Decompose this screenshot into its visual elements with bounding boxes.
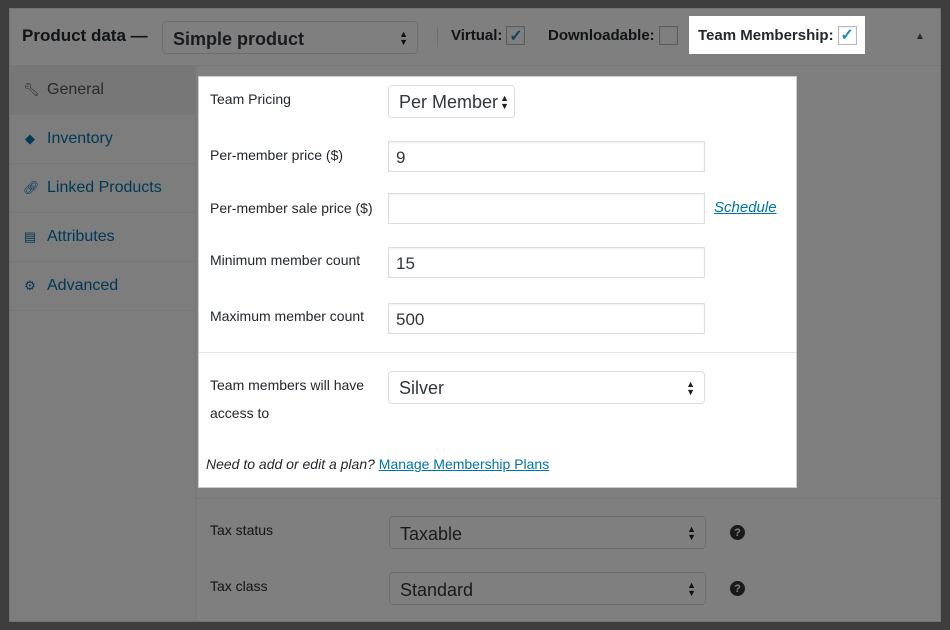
plan-note-text: Need to add or edit a plan? — [206, 456, 375, 472]
min-count-label: Minimum member count — [210, 252, 361, 268]
price-input[interactable]: 9 — [388, 141, 705, 172]
panel-divider — [199, 352, 796, 353]
sale-price-input[interactable] — [388, 193, 705, 224]
plan-note: Need to add or edit a plan? Manage Membe… — [206, 456, 549, 472]
price-label: Per-member price ($) — [210, 147, 344, 163]
min-count-input[interactable]: 15 — [388, 247, 705, 278]
team-membership-checkbox[interactable]: ✓ — [837, 25, 857, 45]
sale-price-label: Per-member sale price ($) — [210, 200, 373, 216]
team-pricing-value: Per Member — [399, 92, 499, 112]
access-plan-value: Silver — [399, 378, 445, 398]
access-label-line2: access to — [210, 405, 270, 421]
team-membership-option[interactable]: Team Membership: ✓ — [689, 16, 865, 54]
access-label-line1: Team members will have — [210, 377, 365, 393]
team-pricing-select[interactable]: Per Member ▲ ▼ — [388, 85, 515, 118]
access-plan-select[interactable]: Silver ▲ ▼ — [388, 371, 705, 404]
select-arrows-icon: ▲▼ — [500, 92, 509, 111]
schedule-link[interactable]: Schedule — [714, 199, 777, 216]
team-membership-label: Team Membership: — [698, 26, 834, 44]
max-count-label: Maximum member count — [210, 308, 365, 324]
checkmark-icon: ✓ — [840, 27, 854, 44]
manage-membership-plans-link[interactable]: Manage Membership Plans — [379, 456, 549, 472]
max-count-input[interactable]: 500 — [388, 303, 705, 334]
team-pricing-label: Team Pricing — [210, 91, 291, 107]
select-arrows-icon: ▲▼ — [686, 378, 695, 397]
team-membership-panel: Team Pricing Per Member ▲ ▼ Per-member pr… — [199, 77, 796, 487]
